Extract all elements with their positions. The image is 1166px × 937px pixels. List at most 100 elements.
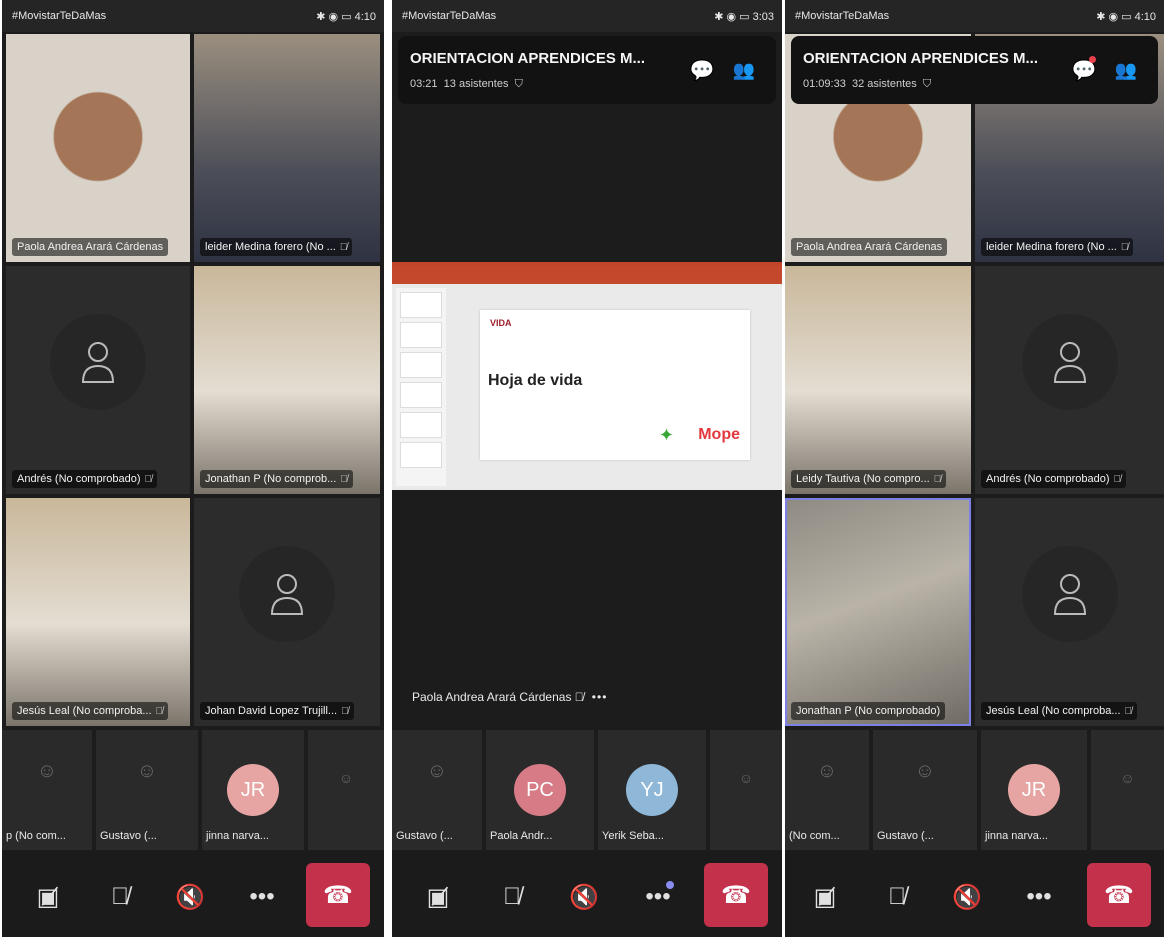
participant-strip[interactable]: ☺ Gustavo (... PC Paola Andr... YJ Yerik… — [392, 730, 782, 850]
mini-tile-label: Gustavo (... — [877, 830, 934, 842]
participant-name: Paola Andrea Arará Cárdenas — [12, 238, 169, 256]
presenter-more-button[interactable]: ••• — [592, 690, 608, 704]
participant-name: Jonathan P (No comprobado) — [791, 702, 946, 720]
avatar: JR — [227, 764, 279, 816]
chat-icon[interactable]: 💬 — [686, 54, 718, 86]
participant-name: leider Medina forero (No ... 🎙̸ — [200, 238, 353, 256]
person-icon: ☺ — [816, 760, 838, 782]
avatar: YJ — [626, 764, 678, 816]
participant-tile[interactable]: Jesús Leal (No comproba... 🎙̸ — [6, 498, 190, 726]
more-options-button[interactable]: ••• — [630, 869, 686, 925]
current-slide: VIDA Hoja de vida ✦ Mope — [480, 310, 750, 460]
carrier-name: #MovistarTeDaMas — [795, 10, 890, 22]
status-bar: #MovistarTeDaMas ✱ ◉ ▭ 4:10 — [2, 0, 384, 32]
participant-tile[interactable]: Paola Andrea Arará Cárdenas — [6, 34, 190, 262]
mini-tile[interactable]: PC Paola Andr... — [486, 730, 594, 850]
person-icon: ☺ — [36, 760, 58, 782]
hang-up-button[interactable]: ☎ — [306, 863, 370, 927]
participants-icon[interactable]: 👥 — [1110, 54, 1142, 86]
person-icon — [50, 313, 146, 410]
mic-off-icon[interactable]: 🎙̸ — [869, 869, 925, 925]
more-options-button[interactable]: ••• — [1011, 869, 1067, 925]
participant-tile[interactable]: Andrés (No comprobado) 🎙̸ — [6, 266, 190, 494]
mini-tile[interactable]: ☺ Gustavo (... — [392, 730, 482, 850]
mini-tile-label: Paola Andr... — [490, 830, 553, 842]
participant-name: Jonathan P (No comprob... 🎙̸ — [200, 470, 353, 488]
call-controls: ▣̸ 🎙̸ 🔇 ••• ☎ — [392, 853, 782, 937]
mic-off-icon: 🎙̸ — [933, 474, 942, 485]
carrier-name: #MovistarTeDaMas — [402, 10, 497, 22]
participant-tile[interactable]: Johan David Lopez Trujill... 🎙̸ — [194, 498, 380, 726]
participant-tile[interactable]: Andrés (No comprobado) 🎙̸ — [975, 266, 1164, 494]
phone-screen-1: #MovistarTeDaMas ✱ ◉ ▭ 4:10 Paola Andrea… — [2, 0, 384, 937]
hang-up-button[interactable]: ☎ — [1087, 863, 1151, 927]
participant-name: Jesús Leal (No comproba... 🎙̸ — [981, 702, 1138, 720]
mini-tile[interactable]: JR jinna narva... — [981, 730, 1087, 850]
participant-tile[interactable]: leider Medina forero (No ... 🎙̸ — [194, 34, 380, 262]
participant-tile[interactable]: Jesús Leal (No comproba... 🎙̸ — [975, 498, 1164, 726]
mini-tile-label: jinna narva... — [985, 830, 1048, 842]
participant-name: Johan David Lopez Trujill... 🎙̸ — [200, 702, 354, 720]
speaker-off-icon[interactable]: 🔇 — [939, 869, 995, 925]
participant-name: Andrés (No comprobado) 🎙̸ — [12, 470, 158, 488]
mini-tile[interactable]: ☺ — [308, 730, 384, 850]
mini-tile[interactable]: ☺ (No com... — [785, 730, 869, 850]
camera-off-icon[interactable]: ▣̸ — [410, 869, 466, 925]
more-options-button[interactable]: ••• — [234, 869, 290, 925]
system-icons: ✱ ◉ ▭ 4:10 — [316, 11, 376, 23]
mic-off-icon: 🎙̸ — [571, 690, 584, 704]
mini-tile-label: jinna narva... — [206, 830, 269, 842]
meeting-subtitle: 01:09:33 32 asistentes ⛉ — [803, 78, 932, 90]
speaker-off-icon[interactable]: 🔇 — [556, 869, 612, 925]
participant-strip[interactable]: ☺ (No com... ☺ Gustavo (... JR jinna nar… — [785, 730, 1164, 850]
avatar: PC — [514, 764, 566, 816]
participant-name: leider Medina forero (No ... 🎙̸ — [981, 238, 1134, 256]
mini-tile[interactable]: ☺ Gustavo (... — [873, 730, 977, 850]
camera-off-icon[interactable]: ▣̸ — [20, 869, 76, 925]
mic-off-icon: 🎙̸ — [155, 706, 164, 717]
mini-tile[interactable]: ☺ p (No com... — [2, 730, 92, 850]
mini-tile-label: p (No com... — [6, 830, 66, 842]
participant-name: Leidy Tautiva (No compro... 🎙̸ — [791, 470, 947, 488]
participant-name: Jesús Leal (No comproba... 🎙̸ — [12, 702, 169, 720]
mini-tile[interactable]: JR jinna narva... — [202, 730, 304, 850]
clock: 4:10 — [354, 11, 376, 23]
meeting-header: ORIENTACION APRENDICES M... 01:09:33 32 … — [791, 36, 1158, 104]
video-grid: Paola Andrea Arará Cárdenas leider Medin… — [2, 34, 384, 726]
mic-off-icon[interactable]: 🎙̸ — [484, 869, 540, 925]
avatar: JR — [1008, 764, 1060, 816]
participant-name: Paola Andrea Arará Cárdenas — [791, 238, 948, 256]
hang-up-button[interactable]: ☎ — [704, 863, 768, 927]
participant-tile[interactable]: Jonathan P (No comprob... 🎙̸ — [194, 266, 380, 494]
mini-tile[interactable]: YJ Yerik Seba... — [598, 730, 706, 850]
meeting-title: ORIENTACION APRENDICES M... — [803, 50, 1039, 67]
mini-tile[interactable]: ☺ — [710, 730, 782, 850]
slide-title: Hoja de vida — [488, 372, 583, 389]
mic-off-icon: 🎙̸ — [341, 706, 349, 717]
person-icon — [1021, 313, 1118, 410]
call-controls: ▣̸ 🎙̸ 🔇 ••• ☎ — [2, 853, 384, 937]
participants-icon[interactable]: 👥 — [728, 54, 760, 86]
phone-screen-2: #MovistarTeDaMas ✱ ◉ ▭ 3:03 ORIENTACION … — [392, 0, 782, 937]
person-icon: ☺ — [1120, 770, 1135, 786]
person-icon: ☺ — [338, 770, 354, 786]
participant-strip[interactable]: ☺ p (No com... ☺ Gustavo (... JR jinna n… — [2, 730, 384, 850]
sena-logo-icon: ✦ — [658, 425, 674, 445]
person-icon — [1021, 545, 1118, 642]
shared-screen: VIDA Hoja de vida ✦ Mope — [392, 262, 782, 490]
meeting-title: ORIENTACION APRENDICES M... — [410, 50, 646, 67]
mic-off-icon: 🎙̸ — [1120, 242, 1129, 253]
status-bar: #MovistarTeDaMas ✱ ◉ ▭ 3:03 — [392, 0, 782, 32]
mini-tile[interactable]: ☺ — [1091, 730, 1164, 850]
powerpoint-ribbon — [392, 266, 782, 284]
mic-off-icon[interactable]: 🎙̸ — [92, 869, 148, 925]
person-icon: ☺ — [914, 760, 936, 782]
participant-tile-active[interactable]: Jonathan P (No comprobado) — [785, 498, 971, 726]
participant-tile[interactable]: Leidy Tautiva (No compro... 🎙̸ — [785, 266, 971, 494]
participant-name: Andrés (No comprobado) 🎙̸ — [981, 470, 1127, 488]
speaker-off-icon[interactable]: 🔇 — [162, 869, 218, 925]
meeting-subtitle: 03:21 13 asistentes ⛉ — [410, 78, 523, 90]
mini-tile[interactable]: ☺ Gustavo (... — [96, 730, 198, 850]
camera-off-icon[interactable]: ▣̸ — [797, 869, 853, 925]
clock: 4:10 — [1134, 11, 1156, 23]
